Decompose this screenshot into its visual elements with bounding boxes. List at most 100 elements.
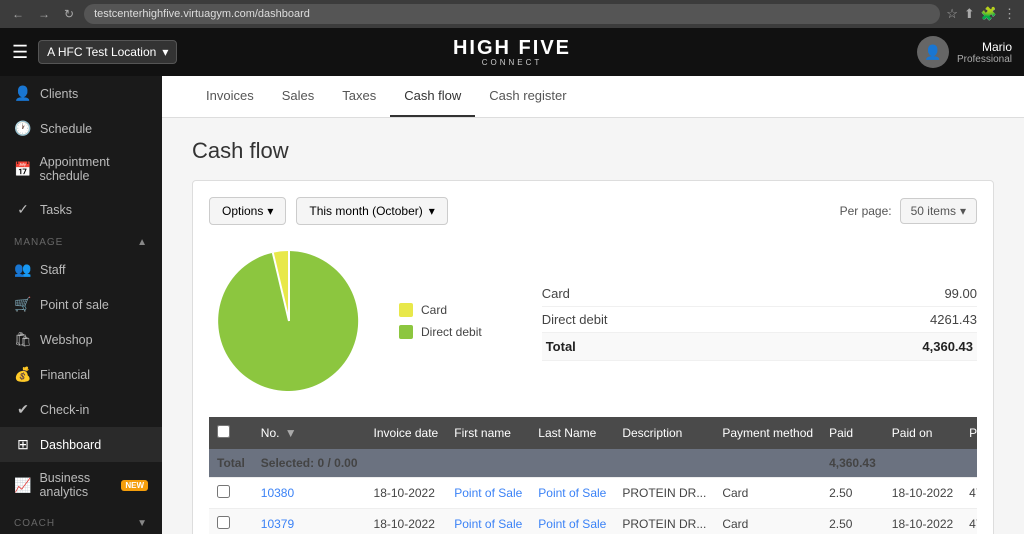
back-button[interactable]: ←: [8, 5, 28, 23]
summary-card-amount: 99.00: [897, 286, 977, 301]
section-manage[interactable]: MANAGE ▲: [0, 227, 162, 252]
period-selector[interactable]: This month (October) ▾: [296, 197, 447, 225]
chart-legend: Card Direct debit: [399, 303, 482, 339]
period-label: This month (October): [309, 204, 422, 218]
sidebar-label-schedule: Schedule: [40, 122, 92, 136]
main-panel: Options ▾ This month (October) ▾ Per pag…: [192, 180, 994, 534]
top-nav: ☰ A HFC Test Location ▾ HIGH FIVE CONNEC…: [0, 28, 1024, 76]
summary-directdebit-amount: 4261.43: [897, 312, 977, 327]
analytics-icon: 📈: [14, 477, 31, 494]
top-nav-center: HIGH FIVE CONNECT: [453, 37, 571, 67]
row-checkbox[interactable]: [217, 516, 230, 529]
table-row: 10379 18-10-2022 Point of Sale Point of …: [209, 509, 977, 534]
summary-total-label: Total: [546, 339, 576, 354]
per-page-value: 50 items: [911, 204, 956, 218]
sidebar-item-dashboard[interactable]: ⊞ Dashboard: [0, 427, 162, 462]
app-container: ☰ A HFC Test Location ▾ HIGH FIVE CONNEC…: [0, 28, 1024, 534]
reload-button[interactable]: ↻: [60, 5, 78, 23]
card-color-dot: [399, 303, 413, 317]
th-payment-method[interactable]: Payment method: [714, 417, 821, 449]
forward-button[interactable]: →: [34, 5, 54, 23]
sidebar-item-pos[interactable]: 🛒 Point of sale: [0, 287, 162, 322]
totals-row: Total Selected: 0 / 0.00 4,360.43: [209, 449, 977, 478]
period-arrow-icon: ▾: [429, 204, 435, 218]
totals-label: Total: [209, 449, 253, 478]
th-checkbox: [209, 417, 253, 449]
main-layout: 👤 Clients 🕐 Schedule 📅 Appointment sched…: [0, 76, 1024, 534]
summary-total-amount: 4,360.43: [893, 339, 973, 354]
sidebar-item-staff[interactable]: 👥 Staff: [0, 252, 162, 287]
row-payment-method: Card: [714, 478, 821, 509]
sidebar: 👤 Clients 🕐 Schedule 📅 Appointment sched…: [0, 76, 162, 534]
per-page-select[interactable]: 50 items ▾: [900, 198, 977, 224]
row-last-name[interactable]: Point of Sale: [530, 509, 614, 534]
hamburger-icon[interactable]: ☰: [12, 42, 28, 63]
row-paid: 2.50: [821, 478, 884, 509]
th-first-name[interactable]: First name: [446, 417, 530, 449]
per-page-arrow-icon: ▾: [960, 204, 966, 218]
sub-nav: Invoices Sales Taxes Cash flow Cash regi…: [162, 76, 1024, 118]
options-label: Options: [222, 204, 263, 218]
sidebar-item-analytics[interactable]: 📈 Business analytics NEW: [0, 462, 162, 508]
tab-cashregister[interactable]: Cash register: [475, 76, 580, 117]
th-no[interactable]: No. ▼: [253, 417, 366, 449]
staff-icon: 👥: [14, 261, 32, 278]
row-last-name[interactable]: Point of Sale: [530, 478, 614, 509]
options-button[interactable]: Options ▾: [209, 197, 286, 225]
chart-summary: Card Direct debit Card 99.00: [209, 241, 977, 401]
th-payment-id[interactable]: Payment ID: [961, 417, 977, 449]
tab-invoices[interactable]: Invoices: [192, 76, 268, 117]
th-last-name[interactable]: Last Name: [530, 417, 614, 449]
table-row: 10380 18-10-2022 Point of Sale Point of …: [209, 478, 977, 509]
sidebar-item-webshop[interactable]: 🛍 Webshop: [0, 322, 162, 357]
summary-directdebit-label: Direct debit: [542, 312, 608, 327]
logo-text: HIGH FIVE: [453, 37, 571, 60]
sidebar-label-clients: Clients: [40, 87, 78, 101]
totals-amount: 4,360.43: [821, 449, 884, 478]
url-bar[interactable]: testcenterhighfive.virtuagym.com/dashboa…: [84, 4, 940, 24]
sidebar-item-appointment[interactable]: 📅 Appointment schedule: [0, 146, 162, 192]
row-first-name[interactable]: Point of Sale: [446, 478, 530, 509]
table-header: No. ▼ Invoice date First name Last Name …: [209, 417, 977, 449]
select-all-checkbox[interactable]: [217, 425, 230, 438]
th-paid[interactable]: Paid: [821, 417, 884, 449]
th-paid-on[interactable]: Paid on: [884, 417, 961, 449]
location-selector[interactable]: A HFC Test Location ▾: [38, 40, 177, 64]
user-role: Professional: [957, 54, 1012, 65]
sidebar-item-clients[interactable]: 👤 Clients: [0, 76, 162, 111]
directdebit-color-dot: [399, 325, 413, 339]
clients-icon: 👤: [14, 85, 32, 102]
checkin-icon: ✔: [14, 401, 32, 418]
th-invoice-date[interactable]: Invoice date: [366, 417, 447, 449]
top-nav-right: 👤 Mario Professional: [917, 36, 1012, 68]
tab-sales[interactable]: Sales: [268, 76, 329, 117]
row-invoice-date: 18-10-2022: [366, 478, 447, 509]
section-coach[interactable]: COACH ▼: [0, 508, 162, 533]
row-checkbox-cell[interactable]: [209, 509, 253, 534]
row-description: PROTEIN DR...: [614, 509, 714, 534]
sidebar-item-financial[interactable]: 💰 Financial: [0, 357, 162, 392]
row-paid-on: 18-10-2022: [884, 478, 961, 509]
dashboard-icon: ⊞: [14, 436, 32, 453]
row-no[interactable]: 10379: [253, 509, 366, 534]
th-description[interactable]: Description: [614, 417, 714, 449]
controls-row: Options ▾ This month (October) ▾ Per pag…: [209, 197, 977, 225]
pie-chart: [209, 241, 369, 401]
row-first-name[interactable]: Point of Sale: [446, 509, 530, 534]
legend-item-card: Card: [399, 303, 482, 317]
tab-taxes[interactable]: Taxes: [328, 76, 390, 117]
row-payment-id: 47140846...: [961, 478, 977, 509]
legend-card-label: Card: [421, 303, 447, 317]
tab-cashflow[interactable]: Cash flow: [390, 76, 475, 117]
row-no[interactable]: 10380: [253, 478, 366, 509]
star-icon: ☆: [946, 6, 958, 22]
row-checkbox[interactable]: [217, 485, 230, 498]
user-name: Mario: [957, 40, 1012, 54]
row-checkbox-cell[interactable]: [209, 478, 253, 509]
sidebar-item-checkin[interactable]: ✔ Check-in: [0, 392, 162, 427]
location-arrow-icon: ▾: [162, 45, 168, 59]
summary-row-total: Total 4,360.43: [542, 333, 977, 361]
tasks-icon: ✓: [14, 201, 32, 218]
sidebar-item-tasks[interactable]: ✓ Tasks: [0, 192, 162, 227]
sidebar-item-schedule[interactable]: 🕐 Schedule: [0, 111, 162, 146]
